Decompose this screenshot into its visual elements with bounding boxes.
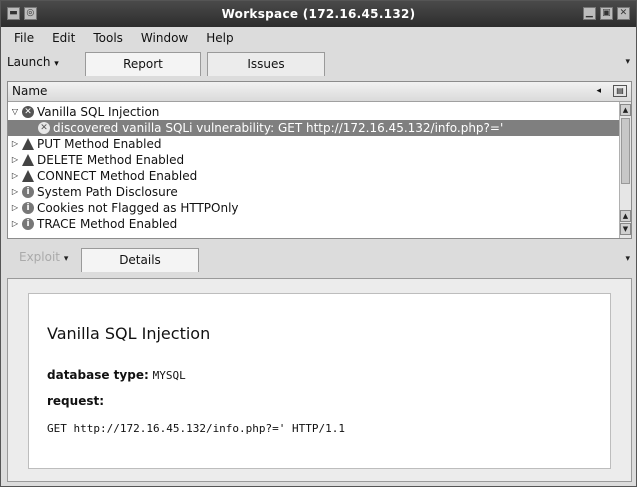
tree-row-selected[interactable]: ✕ discovered vanilla SQLi vulnerability:… bbox=[8, 120, 620, 136]
lower-tab-row: Exploit ▾ Details ▾ bbox=[1, 244, 636, 276]
tree-row[interactable]: ▽ ✕ Vanilla SQL Injection bbox=[8, 104, 620, 120]
close-icon[interactable]: ✕ bbox=[617, 7, 630, 20]
warning-icon bbox=[22, 170, 34, 182]
maximize-icon[interactable]: ▣ bbox=[600, 7, 613, 20]
tree-row-label: DELETE Method Enabled bbox=[37, 153, 185, 167]
title-bar[interactable]: ▬ ◎ Workspace (172.16.45.132) ▁ ▣ ✕ bbox=[1, 1, 636, 27]
menu-tools[interactable]: Tools bbox=[84, 31, 132, 45]
warning-icon bbox=[22, 154, 34, 166]
title-bar-right-controls: ▁ ▣ ✕ bbox=[583, 7, 630, 20]
request-label-row: request: bbox=[47, 394, 104, 408]
chevron-down-icon: ▾ bbox=[54, 59, 59, 69]
tree-row-label: Cookies not Flagged as HTTPOnly bbox=[37, 201, 239, 215]
tree-row-label: PUT Method Enabled bbox=[37, 137, 162, 151]
window-menu-icon[interactable]: ▬ bbox=[7, 7, 20, 20]
launch-label: Launch bbox=[7, 55, 51, 69]
tree-row[interactable]: ▷ i TRACE Method Enabled bbox=[8, 216, 620, 232]
issues-tree: Name ◂ ▤ ▽ ✕ Vanilla SQL Injection ✕ dis… bbox=[7, 81, 632, 239]
menu-edit[interactable]: Edit bbox=[43, 31, 84, 45]
minimize-icon[interactable]: ▁ bbox=[583, 7, 596, 20]
sort-left-icon[interactable]: ◂ bbox=[596, 82, 601, 101]
column-chooser-icon[interactable]: ▤ bbox=[613, 85, 627, 97]
app-window: ▬ ◎ Workspace (172.16.45.132) ▁ ▣ ✕ File… bbox=[0, 0, 637, 487]
info-icon: i bbox=[22, 218, 34, 230]
tree-row-label: CONNECT Method Enabled bbox=[37, 169, 198, 183]
tree-scrollbar[interactable]: ▲ ▲ ▼ bbox=[619, 102, 631, 238]
tree-row-label: discovered vanilla SQLi vulnerability: G… bbox=[53, 121, 504, 135]
details-panel: Vanilla SQL Injection database type: MYS… bbox=[7, 278, 632, 482]
details-title: Vanilla SQL Injection bbox=[47, 324, 211, 343]
tab-details-label: Details bbox=[119, 253, 161, 267]
tab-issues[interactable]: Issues bbox=[207, 52, 325, 76]
lower-tabs-menu-icon[interactable]: ▾ bbox=[625, 254, 630, 264]
tree-row-label: Vanilla SQL Injection bbox=[37, 105, 160, 119]
tree-body: ▽ ✕ Vanilla SQL Injection ✕ discovered v… bbox=[8, 102, 631, 238]
scroll-up-icon[interactable]: ▲ bbox=[620, 210, 631, 222]
database-type-label: database type: bbox=[47, 368, 149, 382]
menu-bar: File Edit Tools Window Help bbox=[1, 27, 636, 49]
tree-row[interactable]: ▷ i Cookies not Flagged as HTTPOnly bbox=[8, 200, 620, 216]
expanded-arrow-icon[interactable]: ▽ bbox=[10, 104, 20, 120]
collapsed-arrow-icon[interactable]: ▷ bbox=[10, 200, 20, 216]
tree-column-header[interactable]: Name ◂ ▤ bbox=[8, 82, 631, 102]
window-title: Workspace (172.16.45.132) bbox=[221, 7, 416, 21]
info-icon: i bbox=[22, 202, 34, 214]
top-tab-row: Launch ▾ Report Issues ▾ bbox=[1, 49, 636, 77]
tabs-menu-icon[interactable]: ▾ bbox=[625, 57, 630, 67]
tab-report-label: Report bbox=[123, 57, 163, 71]
menu-file[interactable]: File bbox=[5, 31, 43, 45]
exploit-dropdown[interactable]: Exploit ▾ bbox=[19, 250, 68, 264]
menu-help[interactable]: Help bbox=[197, 31, 242, 45]
info-icon: i bbox=[22, 186, 34, 198]
details-card: Vanilla SQL Injection database type: MYS… bbox=[28, 293, 611, 469]
tree-row[interactable]: ▷ PUT Method Enabled bbox=[8, 136, 620, 152]
tree-row[interactable]: ▷ DELETE Method Enabled bbox=[8, 152, 620, 168]
scrollbar-thumb[interactable] bbox=[621, 118, 630, 184]
tab-details[interactable]: Details bbox=[81, 248, 199, 272]
window-sticky-icon[interactable]: ◎ bbox=[24, 7, 37, 20]
tree-row[interactable]: ▷ i System Path Disclosure bbox=[8, 184, 620, 200]
exploit-label: Exploit bbox=[19, 250, 61, 264]
chevron-down-icon: ▾ bbox=[63, 254, 69, 264]
tab-report[interactable]: Report bbox=[85, 52, 201, 76]
title-bar-left-controls: ▬ ◎ bbox=[7, 7, 37, 20]
tree-row[interactable]: ▷ CONNECT Method Enabled bbox=[8, 168, 620, 184]
column-name-label: Name bbox=[12, 84, 48, 98]
error-icon: ✕ bbox=[38, 122, 50, 134]
collapsed-arrow-icon[interactable]: ▷ bbox=[10, 184, 20, 200]
tab-issues-label: Issues bbox=[247, 57, 285, 71]
error-icon: ✕ bbox=[22, 106, 34, 118]
database-type-row: database type: MYSQL bbox=[47, 368, 186, 382]
launch-dropdown[interactable]: Launch ▾ bbox=[7, 55, 59, 69]
collapsed-arrow-icon[interactable]: ▷ bbox=[10, 136, 20, 152]
warning-icon bbox=[22, 138, 34, 150]
scroll-down-icon[interactable]: ▼ bbox=[620, 223, 631, 235]
collapsed-arrow-icon[interactable]: ▷ bbox=[10, 152, 20, 168]
collapsed-arrow-icon[interactable]: ▷ bbox=[10, 168, 20, 184]
scroll-up-icon[interactable]: ▲ bbox=[620, 104, 631, 116]
collapsed-arrow-icon[interactable]: ▷ bbox=[10, 216, 20, 232]
request-value: GET http://172.16.45.132/info.php?=' HTT… bbox=[47, 422, 346, 435]
request-label: request: bbox=[47, 394, 105, 408]
database-type-value: MYSQL bbox=[152, 369, 186, 382]
tree-row-label: System Path Disclosure bbox=[37, 185, 178, 199]
menu-window[interactable]: Window bbox=[132, 31, 197, 45]
tree-row-label: TRACE Method Enabled bbox=[37, 217, 178, 231]
